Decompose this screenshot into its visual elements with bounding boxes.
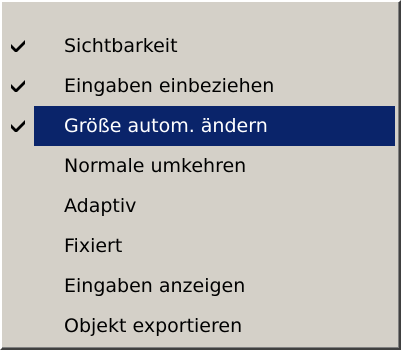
menu-item-label: Größe autom. ändern xyxy=(64,115,268,137)
menu-item-label: Sichtbarkeit xyxy=(64,35,178,57)
menu-items: Sichtbarkeit Eingaben einbeziehen Größe … xyxy=(4,26,395,346)
menu-item-eingaben-einbeziehen[interactable]: Eingaben einbeziehen xyxy=(4,66,395,106)
checkmark-icon xyxy=(4,106,32,146)
checkmark-icon xyxy=(4,66,32,106)
menu-item-adaptiv[interactable]: Adaptiv xyxy=(4,186,395,226)
check-placeholder xyxy=(4,306,32,346)
checkmark-icon xyxy=(4,26,32,66)
check-placeholder xyxy=(4,146,32,186)
menu-item-label: Fixiert xyxy=(64,235,123,257)
menu-item-label: Adaptiv xyxy=(64,195,137,217)
menu-item-sichtbarkeit[interactable]: Sichtbarkeit xyxy=(4,26,395,66)
check-placeholder xyxy=(4,266,32,306)
menu-item-label: Normale umkehren xyxy=(64,155,247,177)
menu-item-eingaben-anzeigen[interactable]: Eingaben anzeigen xyxy=(4,266,395,306)
menu-item-objekt-exportieren[interactable]: Objekt exportieren xyxy=(4,306,395,346)
menu-item-label: Objekt exportieren xyxy=(64,315,243,337)
check-placeholder xyxy=(4,226,32,266)
menu-item-groesse-autom-aendern[interactable]: Größe autom. ändern xyxy=(4,106,395,146)
menu-item-label: Eingaben anzeigen xyxy=(64,275,246,297)
menu-item-fixiert[interactable]: Fixiert xyxy=(4,226,395,266)
check-placeholder xyxy=(4,186,32,226)
menu-item-normale-umkehren[interactable]: Normale umkehren xyxy=(4,146,395,186)
menu-item-label: Eingaben einbeziehen xyxy=(64,75,275,97)
context-menu: Sichtbarkeit Eingaben einbeziehen Größe … xyxy=(0,0,401,350)
